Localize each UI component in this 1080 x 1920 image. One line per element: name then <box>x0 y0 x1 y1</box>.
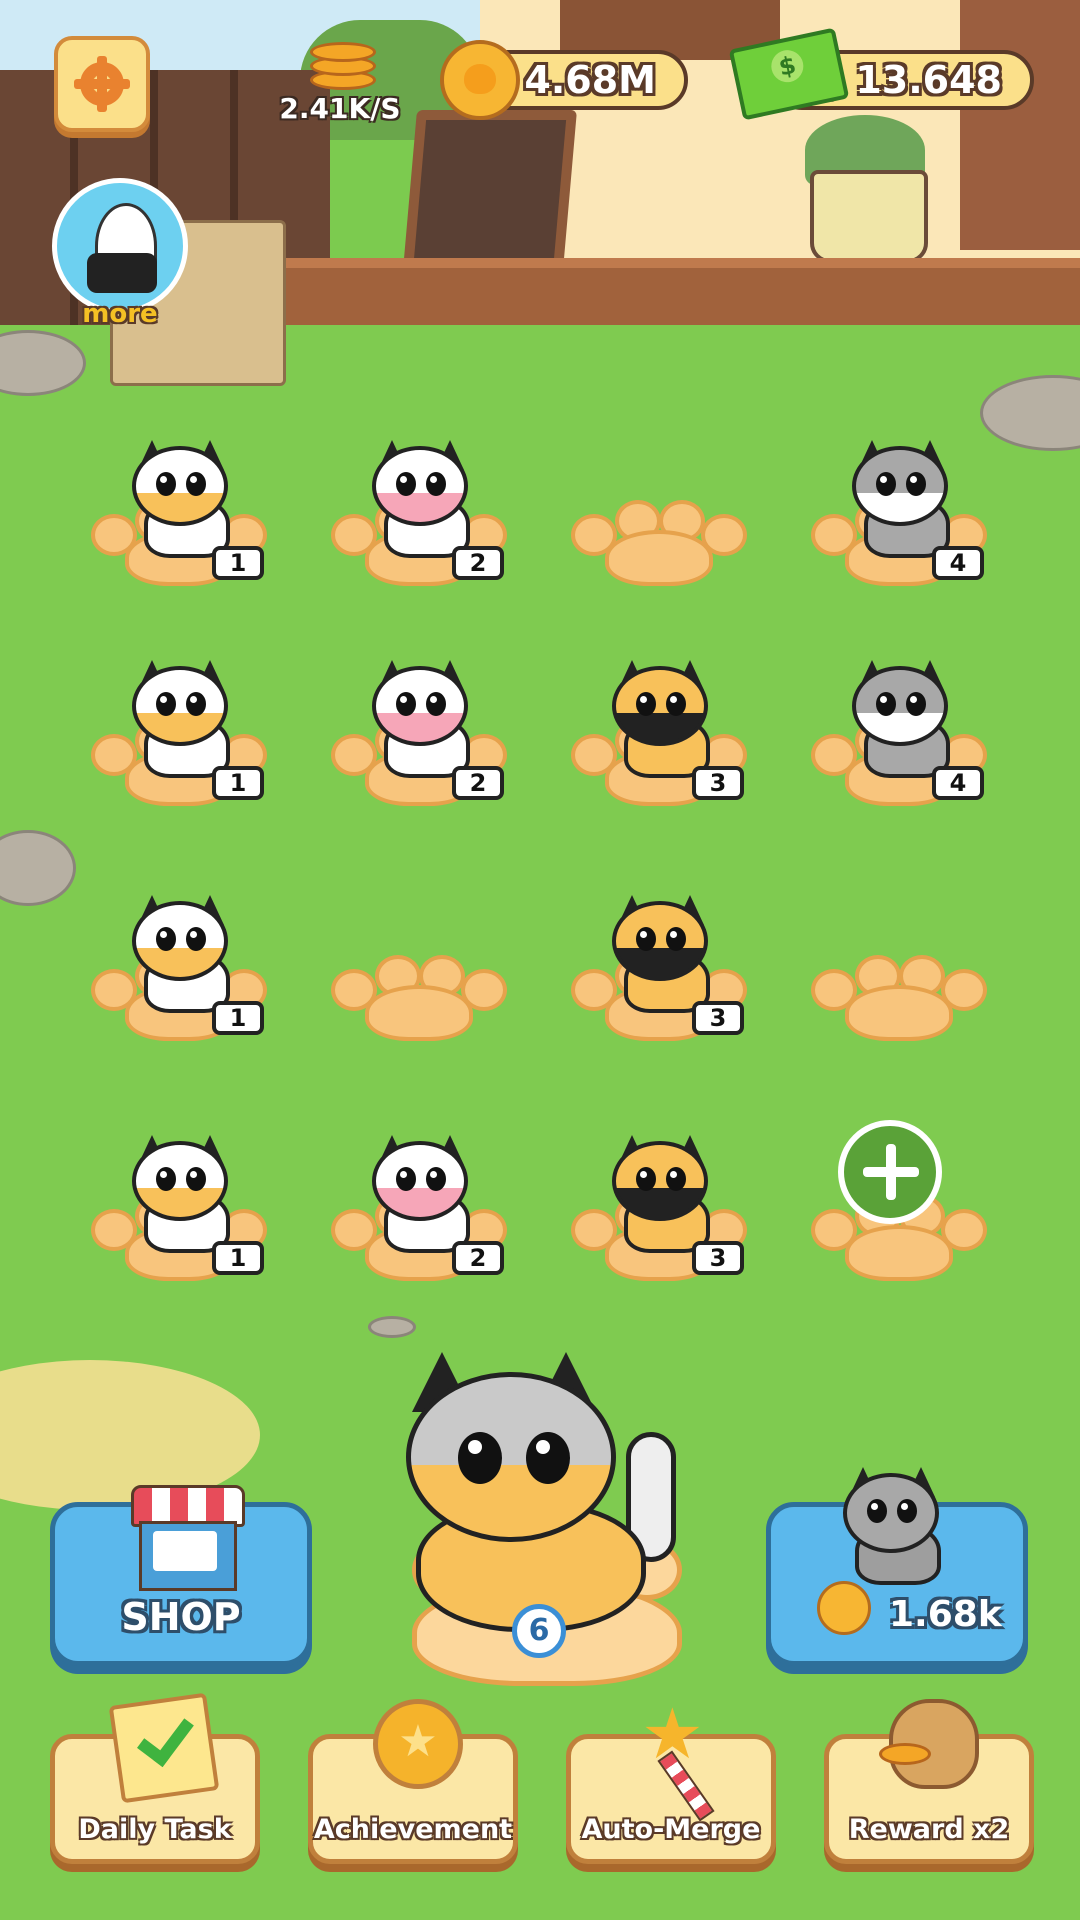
coin-rate: 2.41K/S <box>270 36 410 125</box>
cat-slot[interactable]: 2 <box>320 390 510 586</box>
shop-button[interactable]: SHOP <box>50 1485 312 1666</box>
gear-icon <box>80 56 124 112</box>
cat-sprite[interactable] <box>850 660 960 780</box>
empty-slot[interactable] <box>560 390 750 586</box>
paw-pad-icon <box>805 955 987 1041</box>
cat-sprite[interactable] <box>610 1135 720 1255</box>
coin-bag-icon <box>879 1699 979 1789</box>
shop-store-icon <box>131 1485 245 1591</box>
paw-pad-icon <box>325 955 507 1041</box>
buy-cat-preview <box>841 1467 951 1587</box>
cat-sprite[interactable] <box>370 1135 480 1255</box>
cat-sprite[interactable] <box>370 440 480 560</box>
cat-slot[interactable]: 2 <box>320 610 510 806</box>
magic-wand-icon: ★ <box>631 1699 721 1822</box>
more-games-button[interactable]: more <box>52 178 188 329</box>
cat-level-badge: 3 <box>692 766 744 800</box>
game-scene: 2.41K/S 4.68M $ 13.648 more 124123413123… <box>0 0 1080 1920</box>
cat-slot[interactable]: 4 <box>800 610 990 806</box>
cat-slot[interactable]: 1 <box>80 390 270 586</box>
paw-pad-icon <box>565 500 747 586</box>
cat-level-badge: 2 <box>452 546 504 580</box>
coin-rate-value: 2.41K/S <box>279 92 401 125</box>
add-slot-button[interactable] <box>838 1120 942 1224</box>
cat-level-badge: 3 <box>692 1001 744 1035</box>
house-door <box>960 0 1080 250</box>
action-label: Daily Task <box>78 1814 232 1845</box>
settings-button[interactable] <box>54 36 150 132</box>
cat-level-badge: 2 <box>452 766 504 800</box>
cat-sprite[interactable] <box>130 660 240 780</box>
cat-sprite[interactable] <box>130 895 240 1015</box>
cat-sprite[interactable] <box>130 440 240 560</box>
shop-label: SHOP <box>121 1595 241 1639</box>
cat-slot[interactable]: 1 <box>80 1085 270 1281</box>
cat-level-badge: 1 <box>212 546 264 580</box>
cat-sprite[interactable] <box>610 660 720 780</box>
achievement-button[interactable]: Achievement <box>308 1699 518 1864</box>
empty-slot[interactable] <box>320 845 510 1041</box>
cat-level-badge: 1 <box>212 766 264 800</box>
coin-stack-icon <box>304 36 376 92</box>
checklist-icon <box>108 1692 220 1804</box>
cat-slot[interactable]: 1 <box>80 845 270 1041</box>
rock <box>368 1316 416 1338</box>
cat-level-badge: 1 <box>212 1241 264 1275</box>
cat-coin-icon <box>440 40 520 120</box>
daily-task-button[interactable]: Daily Task <box>50 1692 260 1864</box>
action-label: Achievement <box>313 1814 513 1845</box>
cat-level-badge: 2 <box>452 1241 504 1275</box>
more-label: more <box>82 299 158 329</box>
cat-sprite[interactable] <box>610 895 720 1015</box>
action-label: Auto-Merge <box>581 1814 761 1845</box>
cat-level-badge: 1 <box>212 1001 264 1035</box>
cat-level-badge: 4 <box>932 546 984 580</box>
action-label: Reward x2 <box>848 1814 1010 1845</box>
cat-sprite[interactable] <box>370 660 480 780</box>
empty-slot[interactable] <box>800 845 990 1041</box>
cat-coin-icon <box>817 1581 871 1635</box>
coin-balance-value: 4.68M <box>524 58 656 102</box>
buy-cat-price: 1.68k <box>889 1594 1002 1635</box>
cat-slot[interactable]: 2 <box>320 1085 510 1281</box>
chalkboard-sign <box>403 110 577 270</box>
cat-slot[interactable]: 3 <box>560 610 750 806</box>
potted-plant-pot <box>810 170 928 263</box>
buy-cat-button[interactable]: 1.68k <box>766 1467 1028 1666</box>
cat-sprite[interactable] <box>130 1135 240 1255</box>
cat-slot[interactable]: 4 <box>800 390 990 586</box>
cat-slot[interactable]: 3 <box>560 1085 750 1281</box>
cat-sprite[interactable] <box>850 440 960 560</box>
cat-slot[interactable]: 1 <box>80 610 270 806</box>
auto-merge-button[interactable]: ★ Auto-Merge <box>566 1699 776 1864</box>
reward-x2-button[interactable]: Reward x2 <box>824 1699 1034 1864</box>
cat-slot[interactable]: 3 <box>560 845 750 1041</box>
cat-level-badge: 3 <box>692 1241 744 1275</box>
featured-cat[interactable] <box>376 1352 706 1642</box>
featured-cat-level: 6 <box>512 1604 566 1658</box>
medal-icon <box>373 1699 463 1789</box>
cat-level-badge: 4 <box>932 766 984 800</box>
